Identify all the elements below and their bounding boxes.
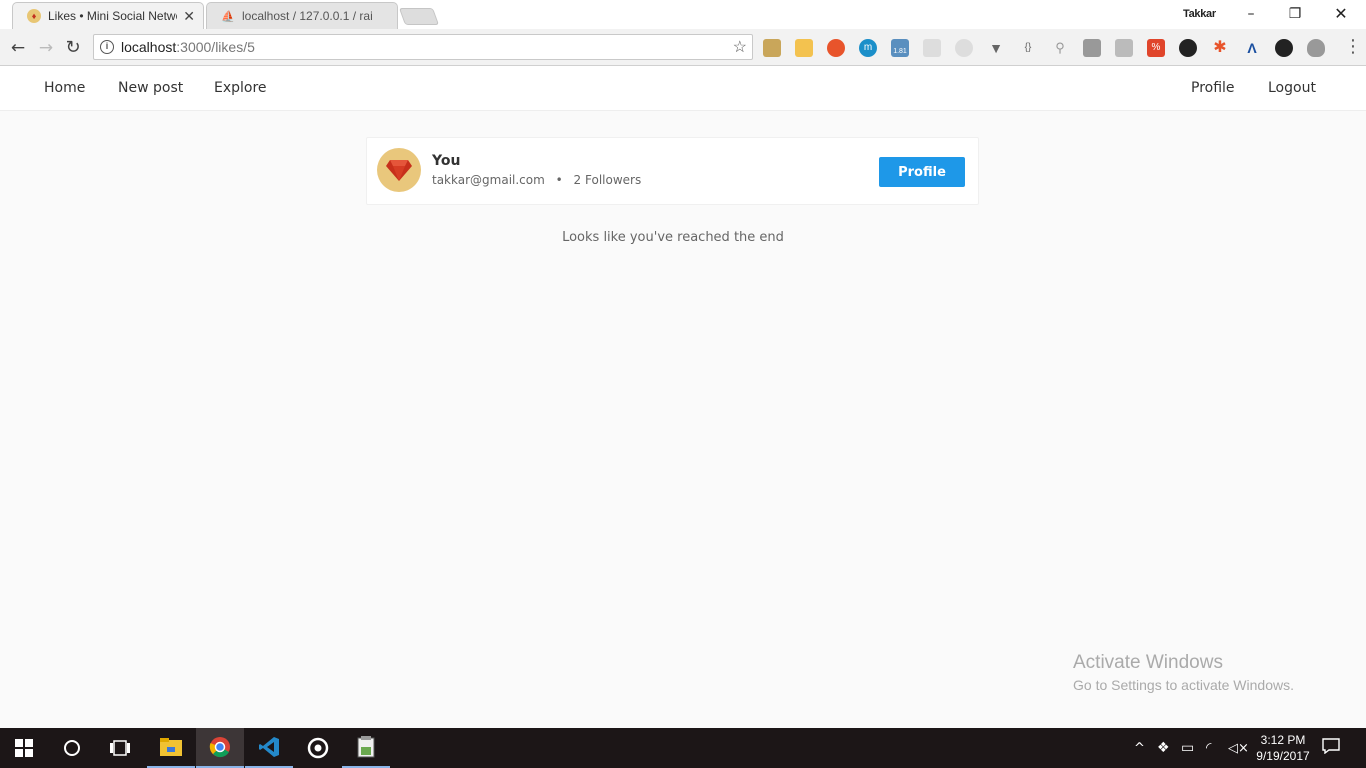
translate-extension-icon[interactable]: %	[1147, 39, 1165, 57]
user-card: You takkar@gmail.com • 2 Followers Profi…	[366, 137, 979, 205]
asterisk-extension-icon[interactable]: ✱	[1211, 39, 1229, 57]
chrome-icon[interactable]	[196, 728, 244, 768]
m-extension-icon[interactable]: m	[859, 39, 877, 57]
tab-title: localhost / 127.0.0.1 / rai	[242, 9, 373, 23]
extension-badge: 1.81	[893, 48, 907, 55]
clock-date: 9/19/2017	[1256, 749, 1310, 763]
volume-muted-icon[interactable]: ◁×	[1228, 728, 1249, 768]
windows-taskbar: ^ ❖ ▭ ◜ ◁× 3:12 PM 9/19/2017	[0, 728, 1366, 768]
nav-home-link[interactable]: Home	[44, 80, 85, 96]
github-alt-icon[interactable]	[1275, 39, 1293, 57]
wifi-icon[interactable]: ◜	[1206, 728, 1211, 768]
user-meta: takkar@gmail.com • 2 Followers	[432, 173, 641, 187]
target-app-icon[interactable]	[294, 728, 342, 768]
extensions-bar: m 1.81 ▼ {} ⚲ % ✱ Λ	[763, 39, 1339, 57]
nav-logout-link[interactable]: Logout	[1268, 80, 1316, 96]
nav-profile-link[interactable]: Profile	[1191, 80, 1235, 96]
minimize-button[interactable]: –	[1236, 4, 1266, 24]
grid-extension-icon[interactable]	[923, 39, 941, 57]
dropbox-icon[interactable]: ❖	[1157, 728, 1170, 768]
menu-kebab-icon[interactable]: ⋮	[1344, 37, 1362, 57]
info-icon[interactable]: i	[100, 40, 114, 54]
activate-windows-watermark: Activate Windows Go to Settings to activ…	[1073, 652, 1294, 693]
new-tab-button[interactable]	[398, 8, 440, 25]
ruby-gem-icon	[386, 160, 412, 181]
tab-title: Likes • Mini Social Netwo	[48, 9, 178, 23]
notes-extension-icon[interactable]	[795, 39, 813, 57]
notepad-icon[interactable]	[342, 728, 390, 768]
end-of-list-message: Looks like you've reached the end	[562, 230, 784, 245]
followers-count[interactable]: 2 Followers	[574, 173, 642, 187]
task-view-icon[interactable]	[96, 728, 144, 768]
browser-tab-strip: ♦ Likes • Mini Social Netwo ✕ ⛵ localhos…	[0, 0, 1366, 29]
avatar[interactable]	[377, 148, 421, 192]
battery-icon[interactable]: ▭	[1181, 728, 1194, 768]
forward-arrow-icon[interactable]: →	[35, 37, 57, 59]
vue-extension-icon[interactable]: ▼	[987, 39, 1005, 57]
browser-toolbar: ← → ↻ i localhost:3000/likes/5 ☆ m 1.81 …	[0, 29, 1366, 66]
reload-icon[interactable]: ↻	[62, 37, 84, 59]
restore-button[interactable]: ❐	[1280, 4, 1310, 24]
url-path: :3000/likes/5	[176, 39, 255, 55]
user-name[interactable]: You	[432, 153, 460, 169]
address-bar[interactable]: i localhost:3000/likes/5 ☆	[93, 34, 753, 60]
windows-start-icon[interactable]	[0, 728, 48, 768]
nav-explore-link[interactable]: Explore	[214, 80, 267, 96]
close-tab-icon[interactable]: ✕	[183, 8, 195, 25]
watermark-title: Activate Windows	[1073, 652, 1223, 673]
action-center-icon[interactable]	[1322, 738, 1342, 756]
folder-extension-icon[interactable]	[763, 39, 781, 57]
vscode-icon[interactable]	[245, 728, 293, 768]
square-extension-icon[interactable]	[1115, 39, 1133, 57]
privacy-shield-icon[interactable]	[1307, 39, 1325, 57]
user-email: takkar@gmail.com	[432, 173, 545, 187]
watermark-subtitle: Go to Settings to activate Windows.	[1073, 677, 1294, 693]
bookmark-star-icon[interactable]: ☆	[733, 37, 747, 57]
ruby-icon: ♦	[27, 9, 41, 23]
lambda-extension-icon[interactable]: Λ	[1243, 39, 1261, 57]
back-arrow-icon[interactable]: ←	[7, 37, 29, 59]
browser-profile-name[interactable]: Takkar	[1183, 8, 1216, 20]
circle-extension-icon[interactable]	[827, 39, 845, 57]
search-extension-icon[interactable]: ⚲	[1051, 39, 1069, 57]
close-window-button[interactable]: ✕	[1326, 4, 1356, 24]
profile-button[interactable]: Profile	[879, 157, 965, 187]
clock-time: 3:12 PM	[1260, 733, 1306, 747]
url-text[interactable]: localhost:3000/likes/5	[121, 39, 733, 55]
json-extension-icon[interactable]: {}	[1019, 39, 1037, 57]
cortana-search-icon[interactable]	[48, 728, 96, 768]
app-navbar: Home New post Explore Profile Logout	[0, 66, 1366, 111]
file-explorer-icon[interactable]	[147, 728, 195, 768]
tab-phpmyadmin[interactable]: ⛵ localhost / 127.0.0.1 / rai	[206, 2, 398, 29]
tab-likes[interactable]: ♦ Likes • Mini Social Netwo ✕	[12, 2, 204, 29]
show-hidden-icons-icon[interactable]: ^	[1134, 728, 1145, 768]
meta-separator: •	[555, 173, 563, 187]
phpmyadmin-icon: ⛵	[221, 10, 235, 23]
taskbar-clock[interactable]: 3:12 PM 9/19/2017	[1248, 732, 1318, 764]
url-host: localhost	[121, 39, 177, 55]
speed-extension-icon[interactable]: 1.81	[891, 39, 909, 57]
shield-extension-icon[interactable]	[1083, 39, 1101, 57]
target-extension-icon[interactable]	[955, 39, 973, 57]
nav-new-post-link[interactable]: New post	[118, 80, 183, 96]
github-icon[interactable]	[1179, 39, 1197, 57]
